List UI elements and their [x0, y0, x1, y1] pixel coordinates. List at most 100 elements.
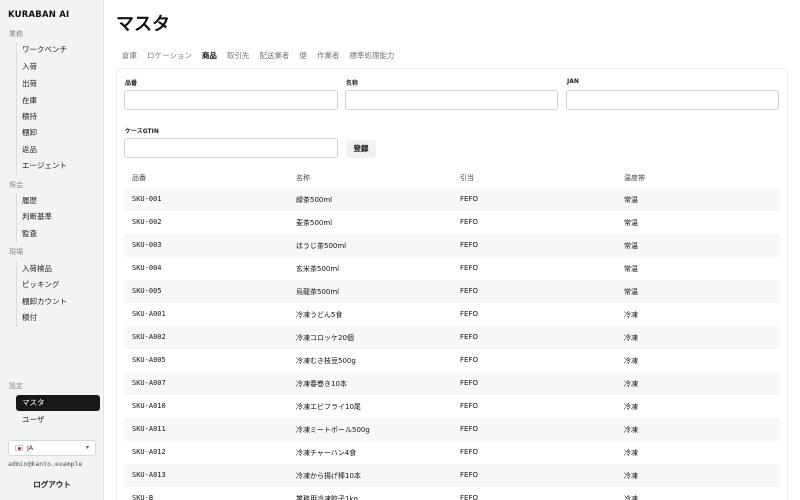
cell-name: 冷凍春巻き10本 — [296, 380, 347, 388]
cell-temperature: 冷凍 — [624, 449, 638, 457]
cell-sku: SKU-A013 — [132, 471, 166, 479]
nav-section-inquiry: 照会 — [9, 181, 23, 189]
case-gtin-input[interactable] — [124, 138, 338, 158]
cell-allocation: FEFO — [460, 379, 478, 387]
cell-name: 冷凍コロッケ20個 — [296, 334, 354, 342]
name-input[interactable] — [345, 90, 558, 110]
table-row[interactable]: SKU-004 玄米茶500ml FEFO 常温 — [124, 257, 780, 280]
nav-item-stocktake[interactable]: 棚卸 — [16, 125, 100, 141]
cell-name: 業務用冷凍餃子1kg — [296, 495, 358, 500]
nav-item-audit[interactable]: 監査 — [16, 226, 100, 242]
brand-logo: KURABAN AI — [8, 10, 70, 20]
cell-sku: SKU-A011 — [132, 425, 166, 433]
cell-temperature: 冷凍 — [624, 495, 638, 500]
cell-allocation: FEFO — [460, 471, 478, 479]
nav-item-picking[interactable]: ピッキング — [16, 277, 100, 293]
cell-temperature: 冷凍 — [624, 311, 638, 319]
cell-sku: SKU-A012 — [132, 448, 166, 456]
cell-sku: SKU-A002 — [132, 333, 166, 341]
cell-name: 麦茶500ml — [296, 219, 333, 227]
cell-name: 冷凍うどん5食 — [296, 311, 343, 319]
nav-item-users[interactable]: ユーザ — [16, 412, 100, 428]
cell-temperature: 常温 — [624, 288, 638, 296]
table-row[interactable]: SKU-001 緑茶500ml FEFO 常温 — [124, 188, 780, 211]
cell-name: 冷凍チャーハン4食 — [296, 449, 357, 457]
cell-temperature: 冷凍 — [624, 472, 638, 480]
table-row[interactable]: SKU-A002 冷凍コロッケ20個 FEFO 冷凍 — [124, 326, 780, 349]
cell-name: 冷凍むき枝豆500g — [296, 357, 356, 365]
table-row[interactable]: SKU-A011 冷凍ミートボール500g FEFO 冷凍 — [124, 418, 780, 441]
table-row[interactable]: SKU-A007 冷凍春巻き10本 FEFO 冷凍 — [124, 372, 780, 395]
tab-location[interactable]: ロケーション — [147, 50, 192, 62]
table-row[interactable]: SKU-A001 冷凍うどん5食 FEFO 冷凍 — [124, 303, 780, 326]
nav-section-operations: 業務 — [9, 30, 23, 38]
tab-partner[interactable]: 取引先 — [227, 50, 250, 62]
table-row[interactable]: SKU-003 ほうじ茶500ml FEFO 常温 — [124, 234, 780, 257]
language-select[interactable]: JA ▾ — [8, 440, 96, 456]
jan-input[interactable] — [566, 90, 779, 110]
nav-item-history[interactable]: 履歴 — [16, 193, 100, 209]
tab-warehouse[interactable]: 倉庫 — [122, 50, 137, 62]
nav-item-outbound[interactable]: 出荷 — [16, 76, 100, 92]
column-header-name[interactable]: 名称 — [296, 173, 310, 183]
cell-temperature: 常温 — [624, 219, 638, 227]
cell-sku: SKU-001 — [132, 195, 162, 203]
column-header-sku[interactable]: 品番 — [132, 173, 146, 183]
cell-temperature: 冷凍 — [624, 426, 638, 434]
cell-sku: SKU-004 — [132, 264, 162, 272]
cell-allocation: FEFO — [460, 494, 478, 500]
language-label: JA — [27, 444, 34, 452]
cell-sku: SKU-003 — [132, 241, 162, 249]
nav-item-loading[interactable]: 積付 — [16, 310, 100, 326]
cell-temperature: 冷凍 — [624, 380, 638, 388]
cell-temperature: 冷凍 — [624, 334, 638, 342]
table-row[interactable]: SKU-A010 冷凍エビフライ10尾 FEFO 冷凍 — [124, 395, 780, 418]
nav-item-master[interactable]: マスタ — [16, 395, 100, 411]
table-row[interactable]: SKU-B 業務用冷凍餃子1kg FEFO 冷凍 — [124, 487, 780, 500]
cell-temperature: 冷凍 — [624, 403, 638, 411]
table-row[interactable]: SKU-002 麦茶500ml FEFO 常温 — [124, 211, 780, 234]
nav-section-settings: 設定 — [9, 382, 23, 390]
nav-item-criteria[interactable]: 判断基準 — [16, 209, 100, 225]
column-header-temperature[interactable]: 温度帯 — [624, 173, 645, 183]
cell-name: 烏龍茶500ml — [296, 288, 340, 296]
nav-item-returns[interactable]: 返品 — [16, 142, 100, 158]
tab-carrier[interactable]: 配送業者 — [259, 50, 289, 62]
tab-product[interactable]: 商品 — [202, 50, 217, 62]
cell-sku: SKU-A005 — [132, 356, 166, 364]
jan-field-label: JAN — [567, 78, 579, 85]
tab-worker[interactable]: 作業者 — [317, 50, 340, 62]
nav-item-workbench[interactable]: ワークベンチ — [16, 42, 100, 58]
sidebar: KURABAN AI 業務 ワークベンチ 入荷 出荷 在庫 積持 棚卸 返品 エ… — [0, 0, 104, 500]
logout-button[interactable]: ログアウト — [8, 478, 96, 492]
nav-item-inbound[interactable]: 入荷 — [16, 59, 100, 75]
cell-allocation: FEFO — [460, 333, 478, 341]
cell-allocation: FEFO — [460, 310, 478, 318]
nav-item-hold[interactable]: 積持 — [16, 109, 100, 125]
tab-shipment[interactable]: 便 — [299, 50, 307, 62]
cell-allocation: FEFO — [460, 218, 478, 226]
nav-section-floor: 現場 — [9, 248, 23, 256]
cell-sku: SKU-005 — [132, 287, 162, 295]
cell-allocation: FEFO — [460, 402, 478, 410]
table-row[interactable]: SKU-A012 冷凍チャーハン4食 FEFO 冷凍 — [124, 441, 780, 464]
column-header-allocation[interactable]: 引当 — [460, 173, 474, 183]
table-row[interactable]: SKU-005 烏龍茶500ml FEFO 常温 — [124, 280, 780, 303]
tab-capacity[interactable]: 標準処理能力 — [349, 50, 394, 62]
cell-sku: SKU-A010 — [132, 402, 166, 410]
nav-item-inventory[interactable]: 在庫 — [16, 93, 100, 109]
nav-item-count[interactable]: 棚卸カウント — [16, 294, 100, 310]
sku-input[interactable] — [124, 90, 338, 110]
table-row[interactable]: SKU-A013 冷凍から揚げ棒10本 FEFO 冷凍 — [124, 464, 780, 487]
nav-item-agent[interactable]: エージェント — [16, 158, 100, 174]
nav-item-inbound-inspection[interactable]: 入荷検品 — [16, 261, 100, 277]
user-email: admin@kanto.example — [8, 460, 83, 468]
table-row[interactable]: SKU-A005 冷凍むき枝豆500g FEFO 冷凍 — [124, 349, 780, 372]
register-button[interactable]: 登録 — [346, 140, 376, 158]
cell-sku: SKU-A007 — [132, 379, 166, 387]
cell-allocation: FEFO — [460, 287, 478, 295]
cell-name: 玄米茶500ml — [296, 265, 340, 273]
case-gtin-field-label: ケースGTIN — [125, 128, 159, 135]
cell-allocation: FEFO — [460, 425, 478, 433]
name-field-label: 名称 — [346, 80, 359, 87]
